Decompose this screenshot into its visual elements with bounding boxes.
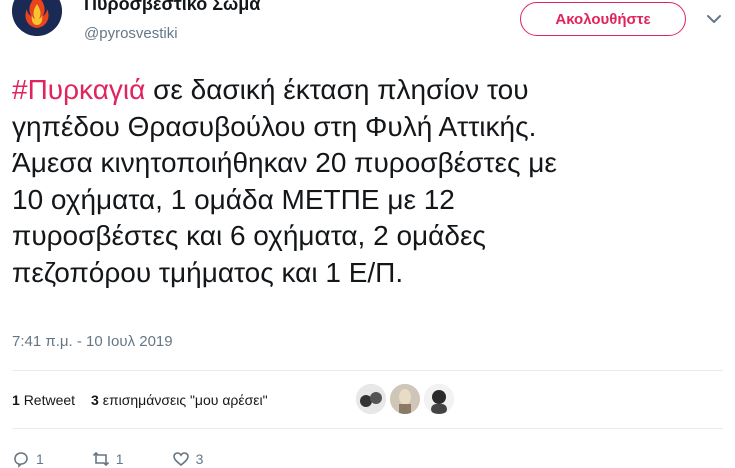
likers-avatars <box>356 384 458 414</box>
tweet-line: γηπέδου Θρασυβούλου στη Φυλή Αττικής. <box>12 110 537 142</box>
retweet-action-count: 1 <box>115 451 124 467</box>
retweet-count: 1 <box>12 392 20 408</box>
divider <box>12 428 723 429</box>
tweet-line: #Πυρκαγιά σε δασική έκταση πλησίον του <box>12 72 727 109</box>
likes-count: 3 <box>91 392 99 408</box>
retweet-button[interactable]: 1 <box>92 450 124 468</box>
liker-avatar[interactable] <box>356 384 386 414</box>
reply-button[interactable]: 1 <box>12 450 44 468</box>
like-action-count: 3 <box>195 451 204 467</box>
tweet-line-text: σε δασική έκταση πλησίον του <box>145 74 529 105</box>
reply-icon <box>14 452 28 468</box>
divider <box>12 370 723 371</box>
fire-service-logo-icon <box>12 0 62 36</box>
likes-stat[interactable]: 3 επισημάνσεις "μου αρέσει" <box>91 392 268 408</box>
tweet-text: #Πυρκαγιά σε δασική έκταση πλησίον του γ… <box>12 72 727 291</box>
chevron-down-icon[interactable] <box>705 12 723 26</box>
author-name[interactable]: Πυροσβεστικό Σώμα <box>84 0 260 15</box>
retweet-stat[interactable]: 1 Retweet <box>12 392 75 408</box>
tweet-line: Άμεσα κινητοποιήθηκαν 20 πυροσβέστες με <box>12 147 557 178</box>
author-avatar[interactable] <box>12 0 62 36</box>
liker-avatar[interactable] <box>390 384 420 414</box>
tweet-actions: 1 1 3 <box>12 450 251 468</box>
retweet-icon <box>92 451 109 467</box>
author-handle[interactable]: @pyrosvestiki <box>84 25 178 42</box>
tweet-line: πεζοπόρου τμήματος και 1 Ε/Π. <box>12 256 404 288</box>
likes-label: επισημάνσεις "μου αρέσει" <box>102 392 268 408</box>
tweet-line: πυροσβέστες και 6 οχήματα, 2 ομάδες <box>12 220 486 251</box>
liker-avatar[interactable] <box>424 384 454 414</box>
retweet-label: Retweet <box>23 392 76 408</box>
hashtag-link[interactable]: #Πυρκαγιά <box>12 74 145 105</box>
tweet-timestamp[interactable]: 7:41 π.μ. - 10 Ιουλ 2019 <box>12 333 173 350</box>
like-button[interactable]: 3 <box>172 450 204 468</box>
follow-button[interactable]: Ακολουθήστε <box>520 2 686 36</box>
tweet-stats: 1 Retweet 3 επισημάνσεις "μου αρέσει" <box>12 392 284 408</box>
reply-count: 1 <box>36 451 44 467</box>
heart-icon <box>172 452 189 467</box>
tweet-line: 10 οχήματα, 1 ομάδα ΜΕΤΠΕ με 12 <box>12 183 455 215</box>
